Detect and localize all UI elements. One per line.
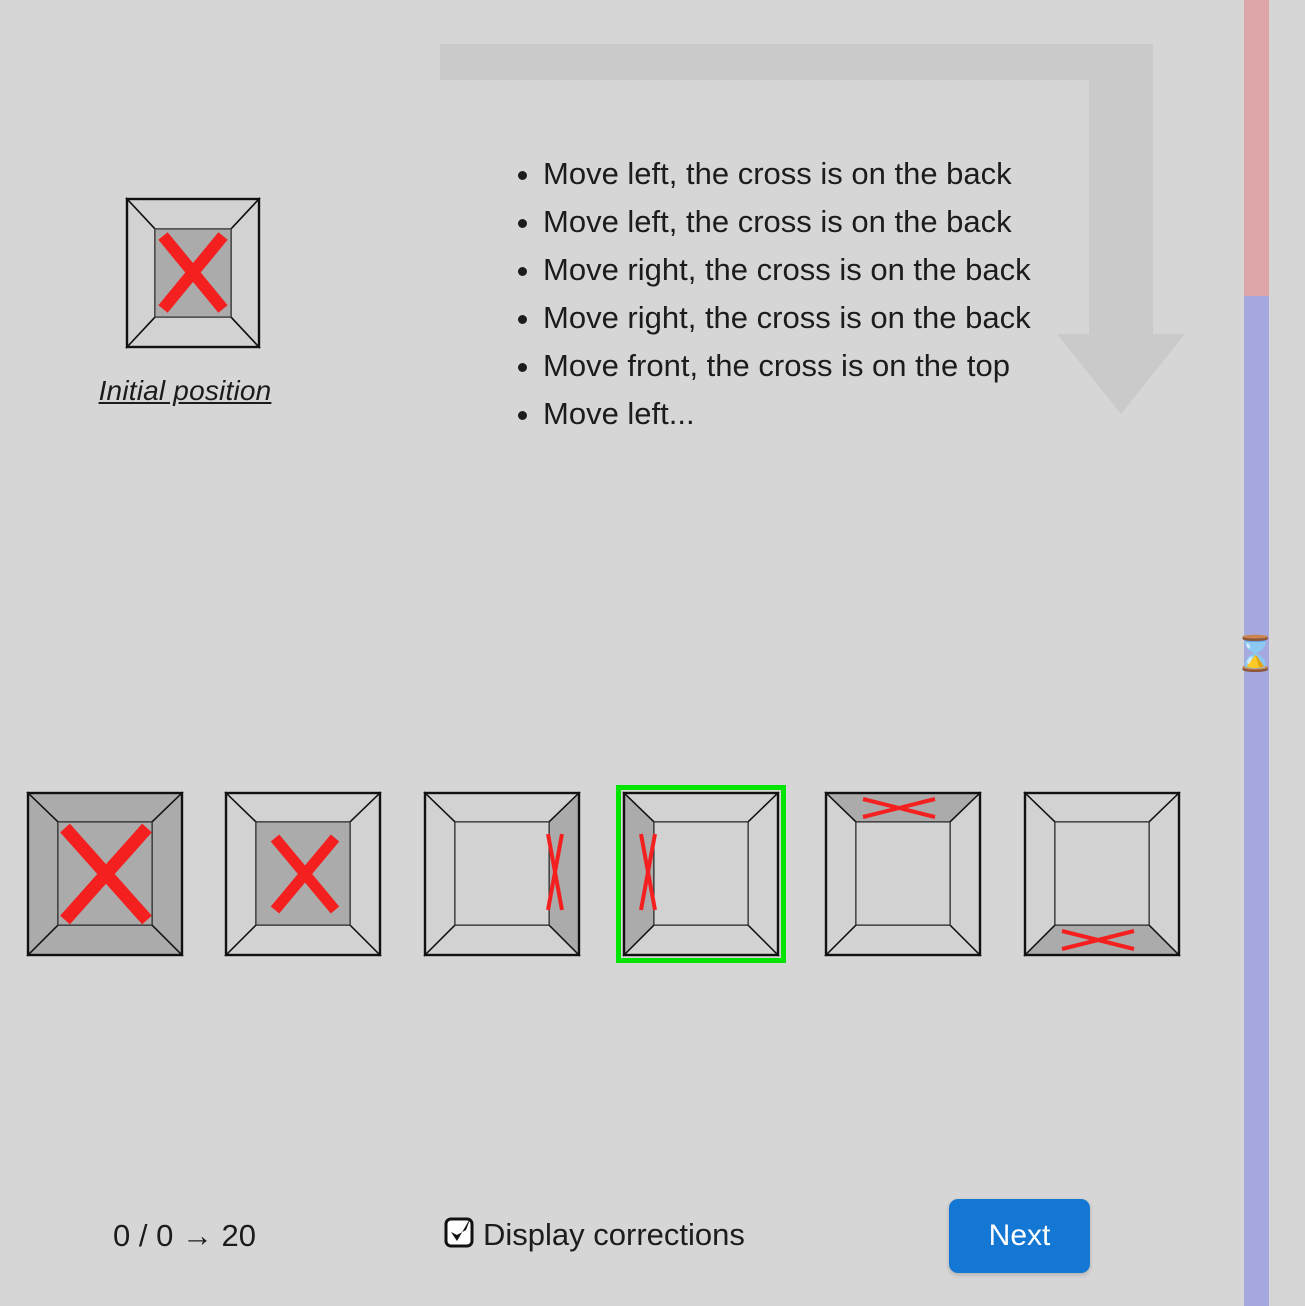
instruction-item: Move left, the cross is on the back bbox=[543, 198, 1145, 246]
next-button[interactable]: Next bbox=[949, 1199, 1090, 1273]
progress-done-segment bbox=[1244, 0, 1269, 296]
display-corrections-label: Display corrections bbox=[483, 1216, 745, 1252]
instruction-item: Move right, the cross is on the back bbox=[543, 246, 1145, 294]
progress-remaining-segment bbox=[1244, 296, 1269, 1306]
initial-position-caption: Initial position bbox=[98, 375, 272, 406]
score-counter: 0 / 0 → 20 bbox=[113, 1218, 257, 1253]
cube-option-row bbox=[0, 785, 1220, 970]
instruction-item: Move left... bbox=[543, 390, 1145, 438]
cube-option-2[interactable] bbox=[223, 790, 383, 958]
cube-option-6[interactable] bbox=[1022, 790, 1182, 958]
initial-position-block: Initial position bbox=[80, 190, 290, 407]
checkbox-checked-icon[interactable] bbox=[444, 1216, 474, 1253]
app-stage: Initial position Move left, the cross is… bbox=[0, 0, 1305, 1306]
instruction-item: Move right, the cross is on the back bbox=[543, 294, 1145, 342]
instruction-item: Move left, the cross is on the back bbox=[543, 150, 1145, 198]
instruction-list: Move left, the cross is on the backMove … bbox=[505, 150, 1145, 438]
hourglass-icon: ⌛ bbox=[1234, 635, 1277, 673]
initial-position-cube bbox=[80, 190, 290, 362]
cube-option-1[interactable] bbox=[25, 790, 185, 958]
cube-option-3[interactable] bbox=[422, 790, 582, 958]
display-corrections-toggle[interactable]: Display corrections bbox=[444, 1216, 745, 1253]
cube-option-4[interactable] bbox=[616, 785, 786, 963]
cube-option-5[interactable] bbox=[823, 790, 983, 958]
instruction-item: Move front, the cross is on the top bbox=[543, 342, 1145, 390]
